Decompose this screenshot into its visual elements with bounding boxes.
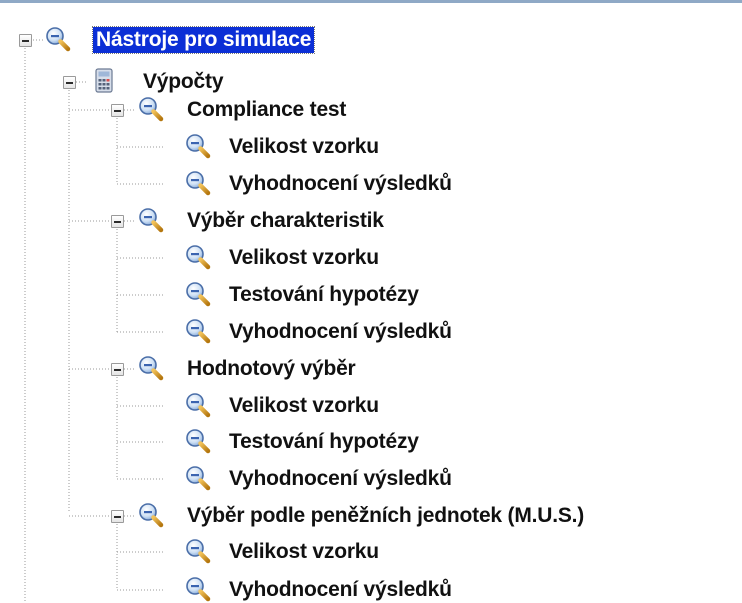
magnifier-icon bbox=[185, 281, 211, 307]
magnifier-icon bbox=[185, 244, 211, 270]
magnifier-icon bbox=[185, 538, 211, 564]
tree-leaf[interactable]: Vyhodnocení výsledků bbox=[226, 466, 455, 492]
expander-calculations[interactable] bbox=[63, 76, 76, 89]
tree-node-calculations[interactable]: Výpočty bbox=[140, 69, 226, 95]
expander-root[interactable] bbox=[19, 34, 32, 47]
tree-leaf[interactable]: Vyhodnocení výsledků bbox=[226, 577, 455, 603]
magnifier-icon bbox=[138, 96, 164, 122]
tree-leaf[interactable]: Vyhodnocení výsledků bbox=[226, 171, 455, 197]
calculator-icon bbox=[95, 68, 113, 93]
tree-node-compliance-test[interactable]: Compliance test bbox=[184, 97, 349, 123]
magnifier-icon bbox=[185, 428, 211, 454]
tree-node-mus[interactable]: Výběr podle peněžních jednotek (M.U.S.) bbox=[184, 503, 587, 529]
expander-compliance-test[interactable] bbox=[111, 104, 124, 117]
tree-leaf[interactable]: Testování hypotézy bbox=[226, 429, 422, 455]
magnifier-icon bbox=[185, 392, 211, 418]
tree-leaf[interactable]: Velikost vzorku bbox=[226, 245, 382, 271]
tree-leaf[interactable]: Velikost vzorku bbox=[226, 134, 382, 160]
magnifier-icon bbox=[185, 465, 211, 491]
magnifier-icon bbox=[138, 207, 164, 233]
expander-mus[interactable] bbox=[111, 510, 124, 523]
tree-leaf[interactable]: Vyhodnocení výsledků bbox=[226, 319, 455, 345]
magnifier-icon bbox=[138, 355, 164, 381]
expander-attribute-sampling[interactable] bbox=[111, 215, 124, 228]
magnifier-icon bbox=[185, 170, 211, 196]
magnifier-icon bbox=[138, 502, 164, 528]
tree-leaf[interactable]: Velikost vzorku bbox=[226, 539, 382, 565]
tree-node-variable-sampling[interactable]: Hodnotový výběr bbox=[184, 356, 359, 382]
magnifier-icon bbox=[185, 133, 211, 159]
expander-variable-sampling[interactable] bbox=[111, 363, 124, 376]
magnifier-icon bbox=[185, 318, 211, 344]
tree-leaf[interactable]: Velikost vzorku bbox=[226, 393, 382, 419]
tree-node-root[interactable]: Nástroje pro simulace bbox=[91, 26, 316, 54]
tree-node-attribute-sampling[interactable]: Výběr charakteristik bbox=[184, 208, 387, 234]
tree-leaf[interactable]: Testování hypotézy bbox=[226, 282, 422, 308]
magnifier-icon bbox=[45, 26, 71, 52]
magnifier-icon bbox=[185, 576, 211, 602]
